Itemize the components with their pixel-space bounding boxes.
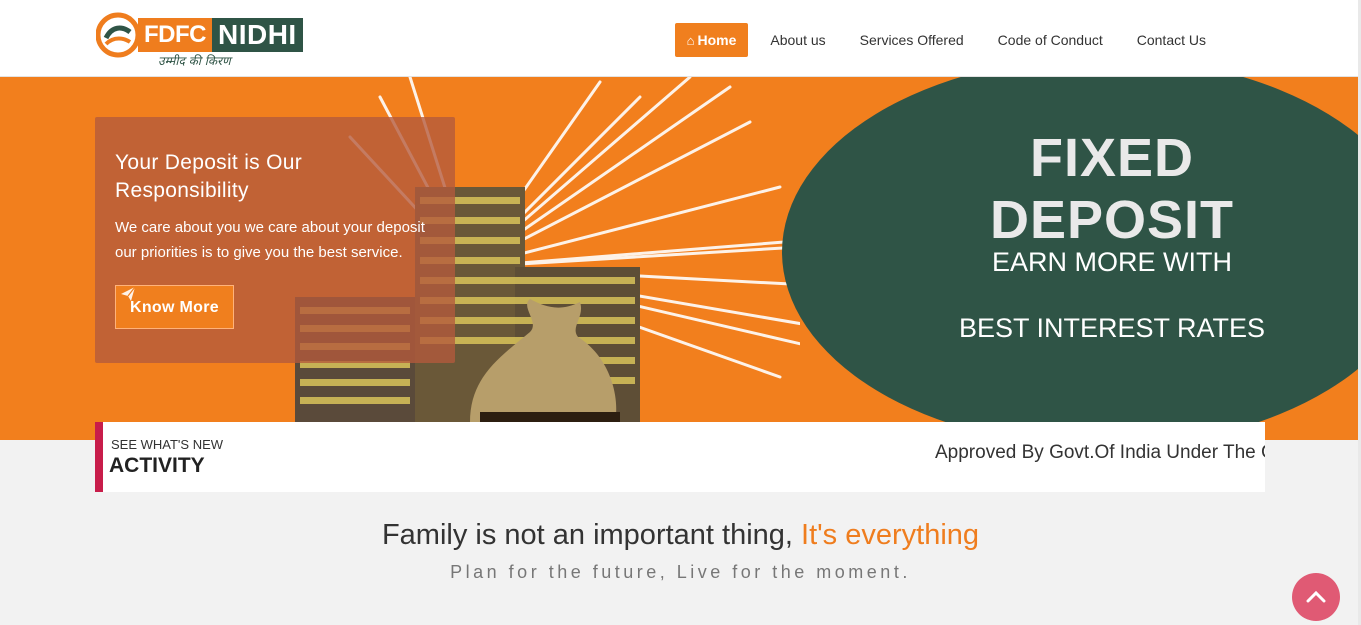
- nav-services-offered[interactable]: Services Offered: [843, 23, 981, 57]
- nav-code-of-conduct[interactable]: Code of Conduct: [981, 23, 1120, 57]
- nav-about-us[interactable]: About us: [753, 23, 842, 57]
- logo-mark-icon: [96, 12, 141, 58]
- ticker-accent-bar: [95, 422, 103, 492]
- nav-home-label: Home: [697, 32, 737, 48]
- intro-heading: Family is not an important thing, It's e…: [0, 519, 1361, 552]
- intro-heading-accent: It's everything: [801, 519, 980, 551]
- logo-text-nidhi: NIDHI: [211, 18, 303, 52]
- main-nav: ⌂ Home About us Services Offered Code of …: [674, 23, 1223, 57]
- offer-line-2: BEST INTEREST RATES: [958, 313, 1266, 343]
- paper-plane-icon: [121, 286, 136, 301]
- news-ticker: SEE WHAT'S NEW ACTIVITY Approved By Govt…: [95, 422, 1265, 492]
- site-logo[interactable]: FDFC NIDHI उम्मीद की किरण: [96, 12, 306, 68]
- nav-home[interactable]: ⌂ Home: [674, 23, 749, 57]
- intro-heading-main: Family is not an important thing,: [381, 519, 802, 551]
- know-more-button[interactable]: Know More: [115, 285, 234, 329]
- ticker-kicker: SEE WHAT'S NEW: [111, 437, 224, 452]
- ticker-title: ACTIVITY: [109, 454, 205, 477]
- promo-card: Your Deposit is Our Responsibility We ca…: [95, 117, 455, 363]
- know-more-label: Know More: [130, 299, 219, 316]
- nav-contact-us[interactable]: Contact Us: [1120, 23, 1223, 57]
- chevron-up-icon: [1306, 590, 1326, 603]
- logo-text-fdfc: FDFC: [138, 18, 212, 52]
- home-icon: ⌂: [686, 33, 695, 48]
- ticker-scroll-text[interactable]: Approved By Govt.Of India Under The Gu: [935, 442, 1265, 468]
- logo-tagline: उम्मीद की किरण: [158, 54, 231, 68]
- back-to-top-button[interactable]: [1292, 573, 1340, 621]
- site-header: FDFC NIDHI उम्मीद की किरण ⌂ Home About us…: [0, 0, 1361, 77]
- promo-title: Your Deposit is Our Responsibility: [115, 151, 303, 202]
- hero-banner: FIXED DEPOSIT EARN MORE WITH BEST INTERE…: [0, 77, 1361, 440]
- offer-line-1: EARN MORE WITH: [992, 247, 1232, 277]
- intro-subheading: Plan for the future, Live for the moment…: [450, 562, 911, 582]
- fixed-deposit-headline: FIXED DEPOSIT: [989, 128, 1235, 250]
- promo-text: We care about you we care about your dep…: [115, 219, 425, 261]
